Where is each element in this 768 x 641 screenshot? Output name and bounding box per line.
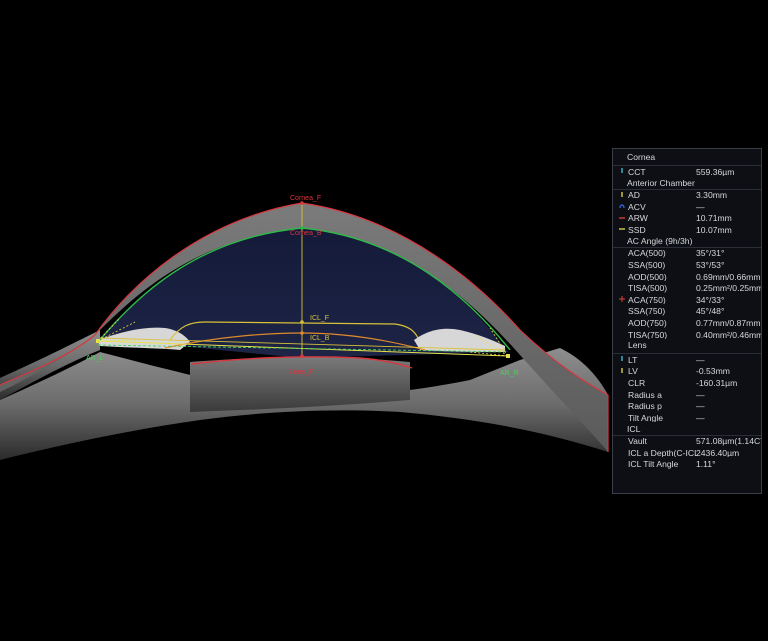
ac-angle-row: TISA(750) 0.40mm²/0.46mm² bbox=[613, 329, 761, 341]
ac-angle-value: 34°/33° bbox=[696, 295, 725, 305]
icl-value: 1.11° bbox=[696, 460, 716, 470]
lens-key: LV bbox=[628, 367, 638, 376]
cyan-tick-icon bbox=[619, 167, 625, 175]
icl-b-label: ICL_B bbox=[310, 335, 330, 342]
lens-title-label: Lens bbox=[628, 341, 647, 350]
red-plus-icon bbox=[619, 295, 625, 303]
ac-angle-value: 45°/48° bbox=[696, 307, 725, 317]
lens-row: Radius a — bbox=[613, 389, 761, 401]
anterior-chamber-value: — bbox=[696, 202, 705, 212]
lens-row: LV -0.53mm bbox=[613, 366, 761, 378]
yellow-tick-icon bbox=[619, 367, 625, 375]
ac-angle-row: SSA(500) 53°/53° bbox=[613, 260, 761, 272]
lens-value: — bbox=[696, 355, 705, 365]
lens-f-label: Lens_F bbox=[290, 369, 313, 376]
ac-angle-key: TISA(500) bbox=[628, 284, 668, 293]
ac-angle-key: SSA(750) bbox=[628, 307, 666, 317]
anterior-chamber-key: AD bbox=[628, 191, 640, 200]
lens-key: Radius p bbox=[628, 402, 662, 411]
ar-r-marker bbox=[506, 354, 510, 358]
icl-key: ICL a Depth(C-ICL) bbox=[628, 448, 698, 458]
cornea-rows: CCT 559.36µm bbox=[613, 166, 761, 178]
lens-key: CLR bbox=[628, 378, 646, 388]
anterior-chamber-key: SSD bbox=[628, 225, 646, 235]
lens-row: LT — bbox=[613, 354, 761, 366]
ac-angle-key: ACA(750) bbox=[628, 295, 666, 305]
anterior-chamber-row: SSD 10.07mm bbox=[613, 224, 761, 236]
ar-l-marker bbox=[96, 339, 100, 343]
ac-angle-value: 0.25mm²/0.25mm² bbox=[696, 284, 762, 293]
icl-f-point bbox=[300, 320, 304, 324]
ar-l-label: AR_L bbox=[86, 355, 104, 362]
anterior-chamber-value: 10.07mm bbox=[696, 225, 732, 235]
ac-angle-key: AOD(750) bbox=[628, 319, 667, 328]
ac-angle-value: 35°/31° bbox=[696, 249, 725, 259]
section-title-icl: ICL bbox=[613, 424, 761, 436]
ac-angle-key: AOD(500) bbox=[628, 272, 667, 282]
lens-rows: LT — LV -0.53mm CLR -160.31µm Radius a — Radius … bbox=[613, 354, 761, 424]
icl-key: ICL Tilt Angle bbox=[628, 460, 679, 470]
section-title-ac-angle: AC Angle (9h/3h) bbox=[613, 236, 761, 248]
icl-row: ICL Tilt Angle 1.11° bbox=[613, 459, 761, 471]
lens-row: CLR -160.31µm bbox=[613, 377, 761, 389]
icl-f-label: ICL_F bbox=[310, 315, 329, 322]
section-title-lens: Lens bbox=[613, 341, 761, 351]
measurement-panel: Cornea CCT 559.36µm Anterior Chamber AD 3.… bbox=[612, 148, 762, 494]
lens-row: Radius p — bbox=[613, 401, 761, 413]
lens-key: Tilt Angle bbox=[628, 413, 664, 423]
anterior-chamber-row: ARW 10.71mm bbox=[613, 213, 761, 225]
icl-b-point bbox=[300, 331, 304, 335]
ac-angle-row: ACA(750) 34°/33° bbox=[613, 294, 761, 306]
anterior-chamber-row: AD 3.30mm bbox=[613, 190, 761, 202]
icl-key: Vault bbox=[628, 437, 647, 446]
cornea-value: 559.36µm bbox=[696, 167, 735, 177]
icl-row: Vault 571.08µm(1.14CT) bbox=[613, 436, 761, 448]
section-title-anterior-chamber: Anterior Chamber bbox=[613, 178, 761, 190]
ac-angle-value: 0.40mm²/0.46mm² bbox=[696, 330, 762, 340]
ac-angle-key: TISA(750) bbox=[628, 330, 668, 340]
ac-angle-row: ACA(500) 35°/31° bbox=[613, 248, 761, 260]
icl-value: 2436.40µm bbox=[696, 448, 740, 458]
anterior-chamber-value: 10.71mm bbox=[696, 214, 732, 223]
blue-arc-icon bbox=[619, 202, 625, 210]
ac-angle-key: ACA(500) bbox=[628, 249, 666, 259]
lens-key: Radius a bbox=[628, 390, 662, 400]
ac-angle-row: AOD(750) 0.77mm/0.87mm bbox=[613, 318, 761, 330]
ac-angle-key: SSA(500) bbox=[628, 261, 666, 270]
ac-angle-row: AOD(500) 0.69mm/0.66mm bbox=[613, 271, 761, 283]
icl-value: 571.08µm(1.14CT) bbox=[696, 437, 762, 446]
icl-rows: Vault 571.08µm(1.14CT) ICL a Depth(C-ICL) 2… bbox=[613, 436, 761, 471]
lens-key: LT bbox=[628, 355, 638, 365]
cornea-b-label: Cornea_B bbox=[290, 230, 322, 237]
anterior-chamber-rows: AD 3.30mm ACV — ARW 10.71mm SSD 10.07mm bbox=[613, 190, 761, 236]
anterior-chamber-value: 3.30mm bbox=[696, 191, 728, 200]
lens-f-point bbox=[300, 354, 304, 358]
ac-angle-value: 53°/53° bbox=[696, 261, 725, 270]
icl-row: ICL a Depth(C-ICL) 2436.40µm bbox=[613, 447, 761, 459]
ac-angle-value: 0.77mm/0.87mm bbox=[696, 319, 761, 328]
yellow-line-icon bbox=[619, 225, 625, 233]
cyan-tick-icon bbox=[619, 355, 625, 363]
ar-r-label: AR_R bbox=[500, 370, 519, 377]
lens-value: — bbox=[696, 390, 705, 400]
ac-angle-row: TISA(500) 0.25mm²/0.25mm² bbox=[613, 283, 761, 295]
lens-row: Tilt Angle — bbox=[613, 412, 761, 424]
yellow-tick-icon bbox=[619, 191, 625, 199]
anterior-chamber-row: ACV — bbox=[613, 201, 761, 213]
red-line-icon bbox=[619, 214, 625, 222]
lens-value: -0.53mm bbox=[696, 367, 730, 376]
anterior-chamber-key: ACV bbox=[628, 202, 646, 212]
ac-angle-value: 0.69mm/0.66mm bbox=[696, 272, 761, 282]
cornea-key: CCT bbox=[628, 167, 646, 177]
lens-value: — bbox=[696, 402, 705, 411]
lens-value: — bbox=[696, 413, 705, 423]
lens-value: -160.31µm bbox=[696, 378, 738, 388]
section-title-cornea: Cornea bbox=[613, 149, 761, 166]
ac-angle-row: SSA(750) 45°/48° bbox=[613, 306, 761, 318]
ac-angle-rows: ACA(500) 35°/31° SSA(500) 53°/53° AOD(500) 0.… bbox=[613, 248, 761, 341]
cornea-f-label: Cornea_F bbox=[290, 195, 321, 202]
anterior-chamber-key: ARW bbox=[628, 214, 648, 223]
cornea-row: CCT 559.36µm bbox=[613, 166, 761, 178]
